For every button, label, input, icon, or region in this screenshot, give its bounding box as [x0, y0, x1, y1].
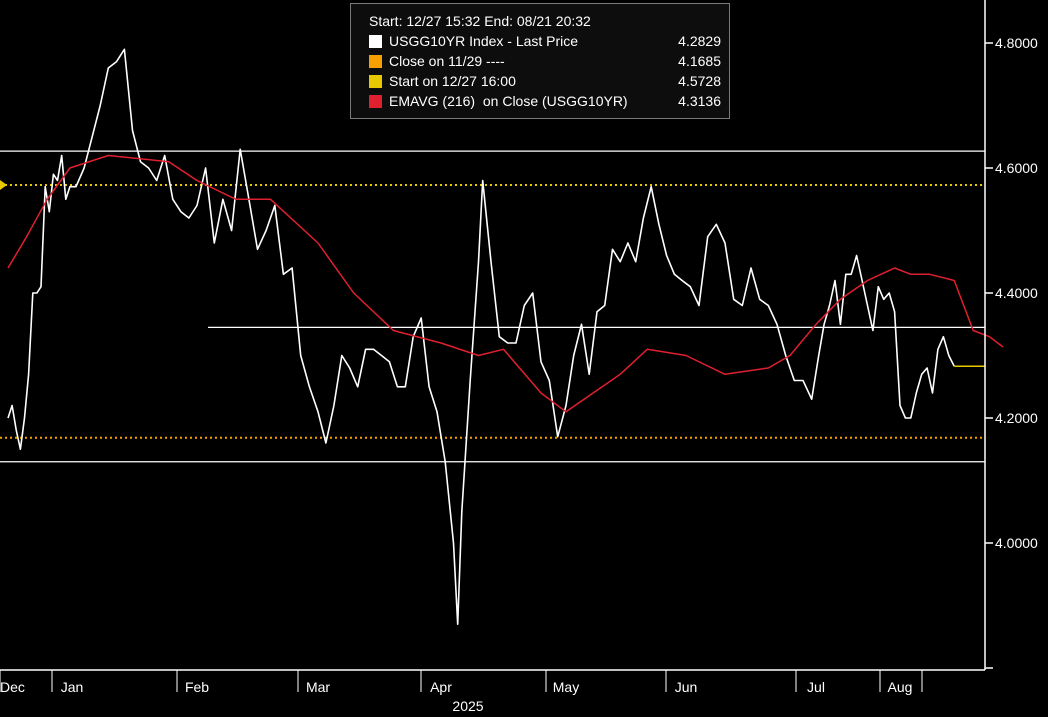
x-tick-label: May: [553, 679, 579, 695]
legend-item-emavg[interactable]: EMAVG (216) on Close (USGG10YR) 4.3136: [369, 91, 721, 111]
y-tick-label: 4.8000: [995, 35, 1038, 51]
legend-item-last-price[interactable]: USGG10YR Index - Last Price 4.2829: [369, 31, 721, 51]
legend-label: Close on 11/29 ----: [389, 53, 505, 69]
legend-value: 4.3136: [678, 93, 721, 109]
chart-legend: Start: 12/27 15:32 End: 08/21 20:32 USGG…: [350, 3, 730, 119]
x-tick-label: Aug: [888, 679, 913, 695]
x-axis-year-label: 2025: [452, 698, 483, 714]
y-tick-label: 4.2000: [995, 410, 1038, 426]
y-tick-label: 4.6000: [995, 160, 1038, 176]
legend-label: EMAVG (216) on Close (USGG10YR): [389, 93, 628, 109]
x-tick-label: Jun: [675, 679, 698, 695]
x-tick-label: Dec: [0, 679, 25, 695]
legend-value: 4.5728: [678, 73, 721, 89]
legend-item-close[interactable]: Close on 11/29 ---- 4.1685: [369, 51, 721, 71]
legend-value: 4.1685: [678, 53, 721, 69]
y-tick-label: 4.0000: [995, 535, 1038, 551]
legend-swatch-close: [369, 54, 382, 68]
legend-swatch-emavg: [369, 94, 382, 108]
legend-item-start[interactable]: Start on 12/27 16:00 4.5728: [369, 71, 721, 91]
legend-label: USGG10YR Index - Last Price: [389, 33, 579, 49]
x-tick-label: Apr: [430, 679, 452, 695]
legend-label: Start on 12/27 16:00: [389, 73, 516, 89]
legend-value: 4.2829: [678, 33, 721, 49]
x-tick-label: Mar: [306, 679, 330, 695]
x-tick-label: Jul: [807, 679, 825, 695]
x-tick-label: Jan: [61, 679, 84, 695]
legend-header: Start: 12/27 15:32 End: 08/21 20:32: [369, 13, 591, 29]
x-tick-label: Feb: [185, 679, 209, 695]
legend-swatch-start: [369, 74, 382, 88]
y-tick-label: 4.4000: [995, 285, 1038, 301]
legend-swatch-last-price: [369, 34, 382, 48]
